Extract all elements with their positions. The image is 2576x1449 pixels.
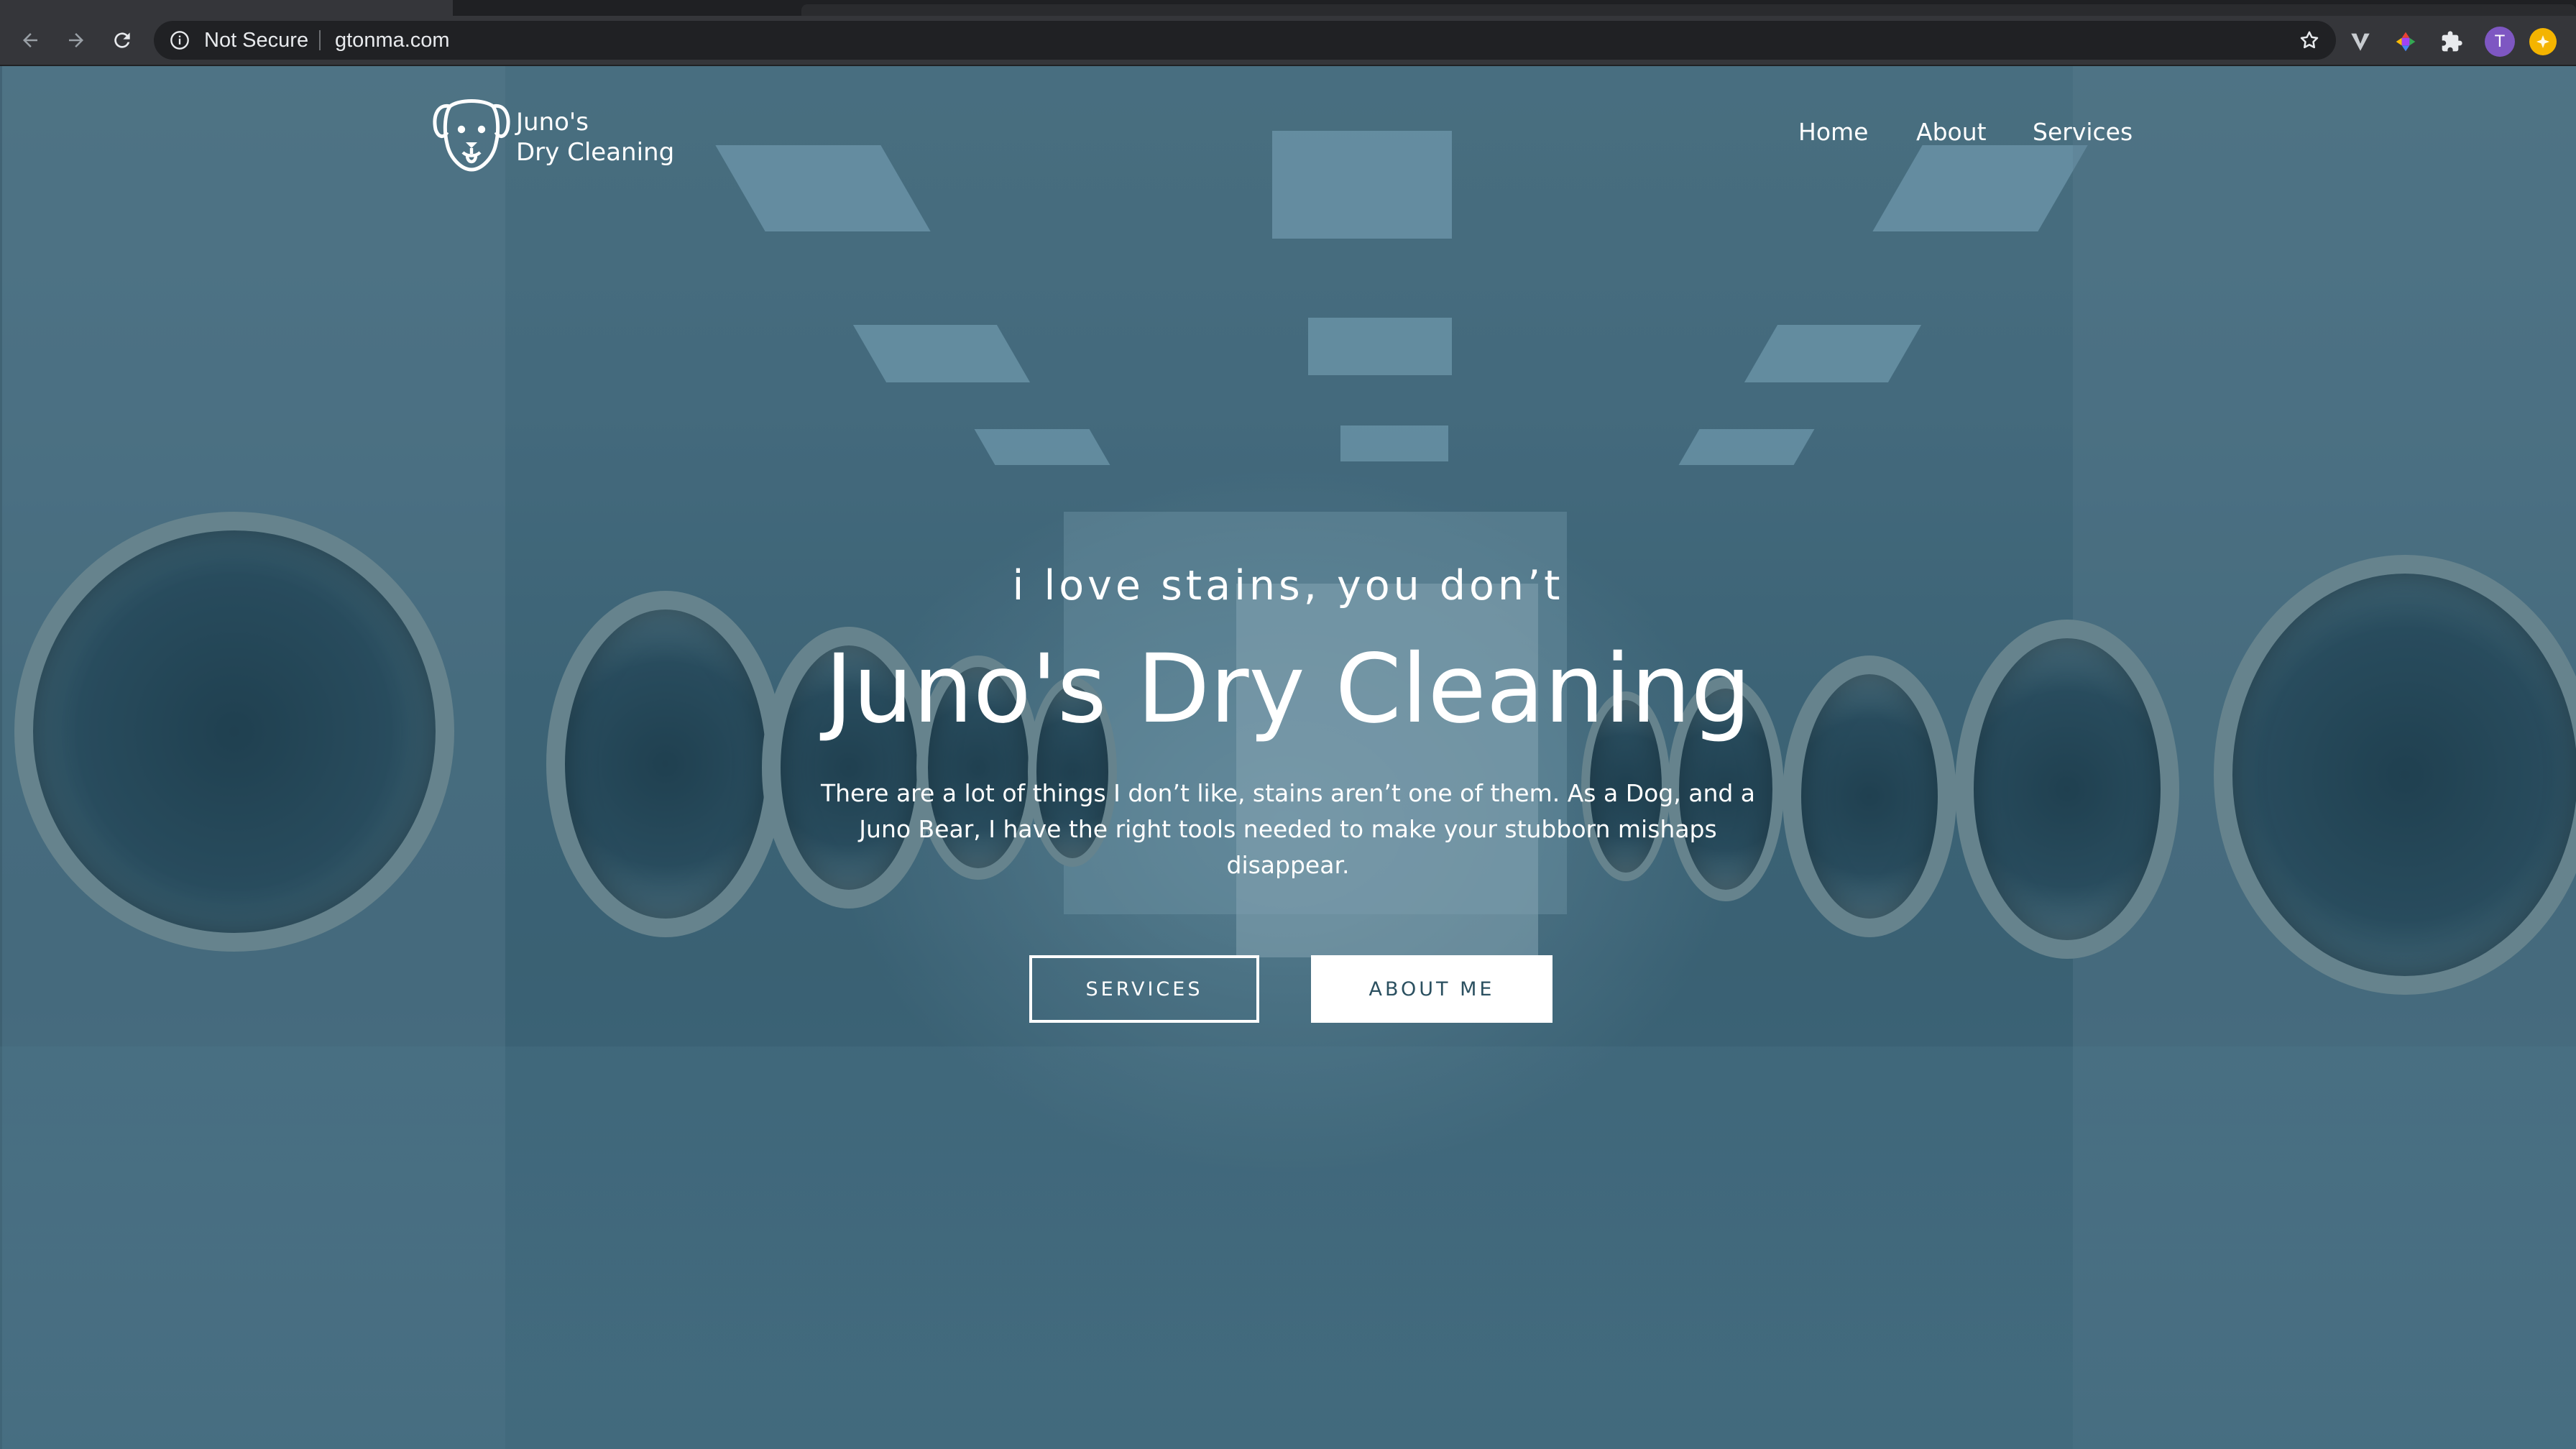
browser-toolbar: Not Secure gtonma.com T [0,16,2576,66]
logo-line-1: Juno's [516,107,589,137]
puzzle-extension-icon[interactable] [2437,27,2466,56]
forward-arrow-icon[interactable] [59,23,93,58]
hero-section: Juno's Dry Cleaning Home About Services … [0,66,2576,1449]
active-tab[interactable] [0,0,453,16]
coin-extension-icon[interactable] [2529,28,2557,55]
security-label: Not Secure [204,29,309,52]
star-icon[interactable] [2299,29,2320,55]
nav-services[interactable]: Services [2033,118,2133,146]
omnibox-divider [319,30,321,50]
color-wheel-extension-icon[interactable] [2391,27,2420,56]
address-bar[interactable]: Not Secure gtonma.com [154,21,2336,60]
profile-avatar[interactable]: T [2485,27,2515,57]
back-arrow-icon[interactable] [13,23,47,58]
nav-home[interactable]: Home [1798,118,1868,146]
url-text[interactable]: gtonma.com [335,21,450,60]
inactive-tab[interactable] [801,4,2576,16]
about-me-button[interactable]: ABOUT ME [1311,955,1552,1023]
site-logo[interactable]: Juno's Dry Cleaning [430,95,674,179]
reload-icon[interactable] [105,23,139,58]
hero-description: There are a lot of things I don’t like, … [820,779,1756,879]
tab-strip [0,0,2576,16]
dog-face-icon [430,95,513,179]
hero-title: Juno's Dry Cleaning [824,634,1752,745]
hero-tint-overlay [0,66,2576,1449]
vivaldi-extension-icon[interactable] [2346,27,2375,56]
hero-tagline: i love stains, you don’t [1012,562,1564,610]
logo-line-2: Dry Cleaning [516,137,675,167]
nav-about[interactable]: About [1916,118,1987,146]
info-icon[interactable] [170,30,190,54]
services-button[interactable]: SERVICES [1029,955,1259,1023]
logo-text: Juno's Dry Cleaning [516,107,674,167]
